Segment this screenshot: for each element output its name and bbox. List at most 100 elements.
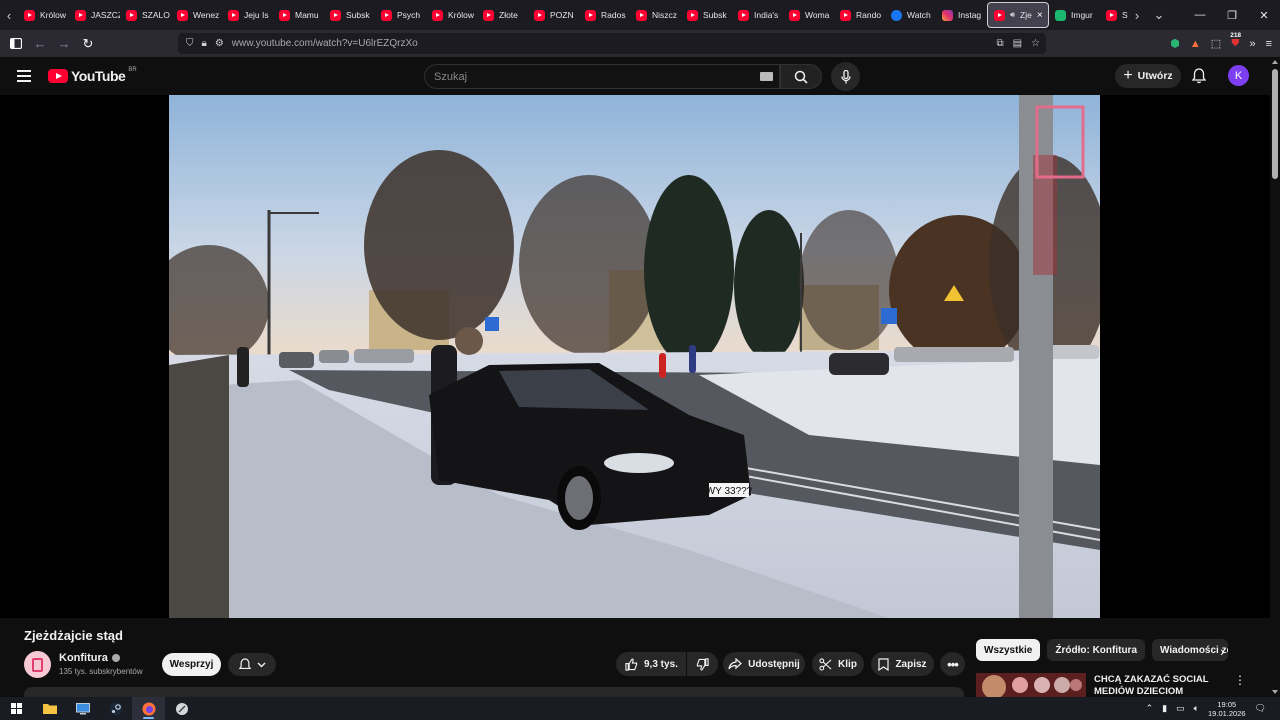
tabs-scroll-left-button[interactable]: ‹: [0, 0, 18, 30]
restore-icon[interactable]: ❐: [1216, 9, 1248, 22]
close-window-icon[interactable]: ✕: [1248, 9, 1280, 22]
browser-tab[interactable]: Niszcz: [630, 2, 681, 28]
tab-list-dropdown-button[interactable]: ⌄: [1146, 0, 1172, 30]
close-tab-icon[interactable]: ×: [1037, 10, 1043, 21]
voice-search-button[interactable]: [831, 62, 860, 91]
account-avatar[interactable]: K: [1228, 65, 1249, 86]
clip-button[interactable]: Klip: [812, 652, 864, 676]
firefox-icon: [142, 702, 155, 715]
recommendation-thumbnail[interactable]: [976, 673, 1086, 697]
browser-tab[interactable]: Woma: [783, 2, 834, 28]
taskbar-file-explorer[interactable]: [33, 697, 66, 720]
overflow-chevron-icon[interactable]: »: [1249, 38, 1255, 50]
plus-icon: +: [1123, 67, 1133, 84]
taskbar-firefox[interactable]: [132, 697, 165, 720]
search-box[interactable]: Szukaj: [424, 64, 780, 89]
channel-name-link[interactable]: Konfitura: [59, 652, 120, 664]
scrollbar-thumb[interactable]: [1272, 69, 1278, 179]
browser-tab[interactable]: Jeju Is: [222, 2, 273, 28]
browser-tab[interactable]: Złote: [477, 2, 528, 28]
video-player[interactable]: WY 33???: [0, 95, 1270, 618]
browser-tab[interactable]: Psych: [375, 2, 426, 28]
browser-tab[interactable]: Rando: [834, 2, 885, 28]
channel-name[interactable]: Konfitura: [59, 652, 108, 664]
browser-tab[interactable]: Instag: [936, 2, 987, 28]
minimize-icon[interactable]: —: [1184, 9, 1216, 21]
reload-button[interactable]: ↻: [76, 32, 100, 56]
share-button[interactable]: Udostępnij: [723, 652, 805, 676]
extensions-icon[interactable]: ⬚: [1211, 37, 1221, 50]
chip-all[interactable]: Wszystkie: [976, 639, 1041, 661]
browser-tab[interactable]: Królow: [426, 2, 477, 28]
network-icon[interactable]: ▭: [1176, 703, 1185, 714]
browser-tab[interactable]: Subsk: [324, 2, 375, 28]
browser-tab[interactable]: 🔊︎ Zje ×: [987, 2, 1049, 28]
search-input[interactable]: Szukaj: [434, 71, 467, 83]
volume-icon[interactable]: 🔈︎: [1194, 703, 1199, 714]
chip-news[interactable]: Wiadomości ze: [1152, 639, 1229, 661]
menu-icon[interactable]: ≡: [1266, 38, 1272, 50]
fox-extension-icon[interactable]: ▲: [1190, 38, 1201, 50]
forward-button[interactable]: →: [52, 32, 76, 56]
video-frame[interactable]: WY 33???: [169, 95, 1100, 618]
recommendation-title[interactable]: CHCĄ ZAKAZAĆ SOCIAL MEDIÓW DZIECIOM: [1094, 674, 1214, 697]
taskbar-steam[interactable]: [99, 697, 132, 720]
clock[interactable]: 19:05 19.01.2026: [1208, 700, 1246, 718]
browser-tab[interactable]: India's: [732, 2, 783, 28]
browser-tab[interactable]: Subsk: [681, 2, 732, 28]
shield-icon[interactable]: ⛉: [186, 38, 194, 49]
picture-in-picture-icon[interactable]: ⧉: [996, 38, 1003, 49]
browser-tab[interactable]: Imgur: [1049, 2, 1100, 28]
browser-tab[interactable]: SZALO: [120, 2, 171, 28]
browser-tab[interactable]: JASZCZ: [69, 2, 120, 28]
permissions-icon[interactable]: ⚙: [215, 38, 224, 49]
create-button[interactable]: + Utwórz: [1115, 64, 1181, 88]
vpn-shield-icon[interactable]: ⬢: [1170, 37, 1180, 50]
save-button[interactable]: Zapisz: [871, 652, 934, 676]
taskbar-monitor-app[interactable]: [66, 697, 99, 720]
more-actions-button[interactable]: •••: [940, 652, 965, 676]
reader-view-icon[interactable]: ▤: [1013, 38, 1022, 49]
chips-next-chevron-icon[interactable]: ›: [1220, 643, 1234, 659]
subscription-notifications-button[interactable]: [228, 653, 276, 676]
ublock-icon[interactable]: ⛊ 218: [1229, 32, 1243, 50]
scroll-up-icon[interactable]: [1272, 60, 1278, 64]
search-button[interactable]: [780, 64, 822, 89]
channel-avatar[interactable]: [24, 651, 51, 678]
browser-tab[interactable]: Mamu: [273, 2, 324, 28]
description-box[interactable]: [24, 687, 964, 697]
tray-app-icon[interactable]: ▮: [1162, 703, 1167, 714]
taskbar-app[interactable]: [165, 697, 198, 720]
tray-expand-icon[interactable]: ⌃: [1146, 703, 1154, 714]
dislike-button[interactable]: [687, 652, 718, 676]
lock-icon[interactable]: 🔒︎: [202, 38, 207, 49]
address-bar[interactable]: ⛉ 🔒︎ ⚙ www.youtube.com/watch?v=U6lrEZQrz…: [178, 33, 1046, 54]
browser-tab[interactable]: Rados: [579, 2, 630, 28]
tab-label: India's: [754, 10, 779, 20]
scroll-down-icon[interactable]: [1272, 690, 1278, 694]
chip-from-channel[interactable]: Źródło: Konfitura: [1047, 639, 1146, 661]
browser-tab[interactable]: Wenez: [171, 2, 222, 28]
notifications-icon[interactable]: 🗨︎: [1255, 703, 1266, 714]
youtube-logo[interactable]: YouTube BR: [48, 67, 137, 84]
keyboard-icon[interactable]: [760, 72, 773, 81]
youtube-icon: [636, 9, 647, 21]
guide-menu-icon[interactable]: [17, 70, 31, 82]
start-button[interactable]: [0, 697, 33, 720]
tabs-scroll-right-button[interactable]: ›: [1128, 0, 1146, 30]
back-button[interactable]: ←: [28, 32, 52, 56]
support-button[interactable]: Wesprzyj: [162, 653, 221, 676]
browser-tab[interactable]: Watch: [885, 2, 936, 28]
sidebar-toggle-icon[interactable]: [4, 32, 28, 56]
browser-tab[interactable]: Seks: [1100, 2, 1128, 28]
youtube-icon: [75, 9, 86, 21]
browser-tab[interactable]: Królow: [18, 2, 69, 28]
page-scrollbar[interactable]: [1270, 57, 1280, 697]
bookmark-star-icon[interactable]: ☆: [1031, 38, 1040, 49]
url-text[interactable]: www.youtube.com/watch?v=U6lrEZQrzXo: [232, 38, 418, 49]
like-button[interactable]: 9,3 tys.: [616, 652, 686, 676]
recommendation-more-icon[interactable]: ⋮: [1234, 673, 1246, 687]
speaker-icon[interactable]: 🔊︎: [1010, 10, 1015, 20]
notifications-bell-icon[interactable]: [1190, 67, 1208, 85]
browser-tab[interactable]: POZN: [528, 2, 579, 28]
